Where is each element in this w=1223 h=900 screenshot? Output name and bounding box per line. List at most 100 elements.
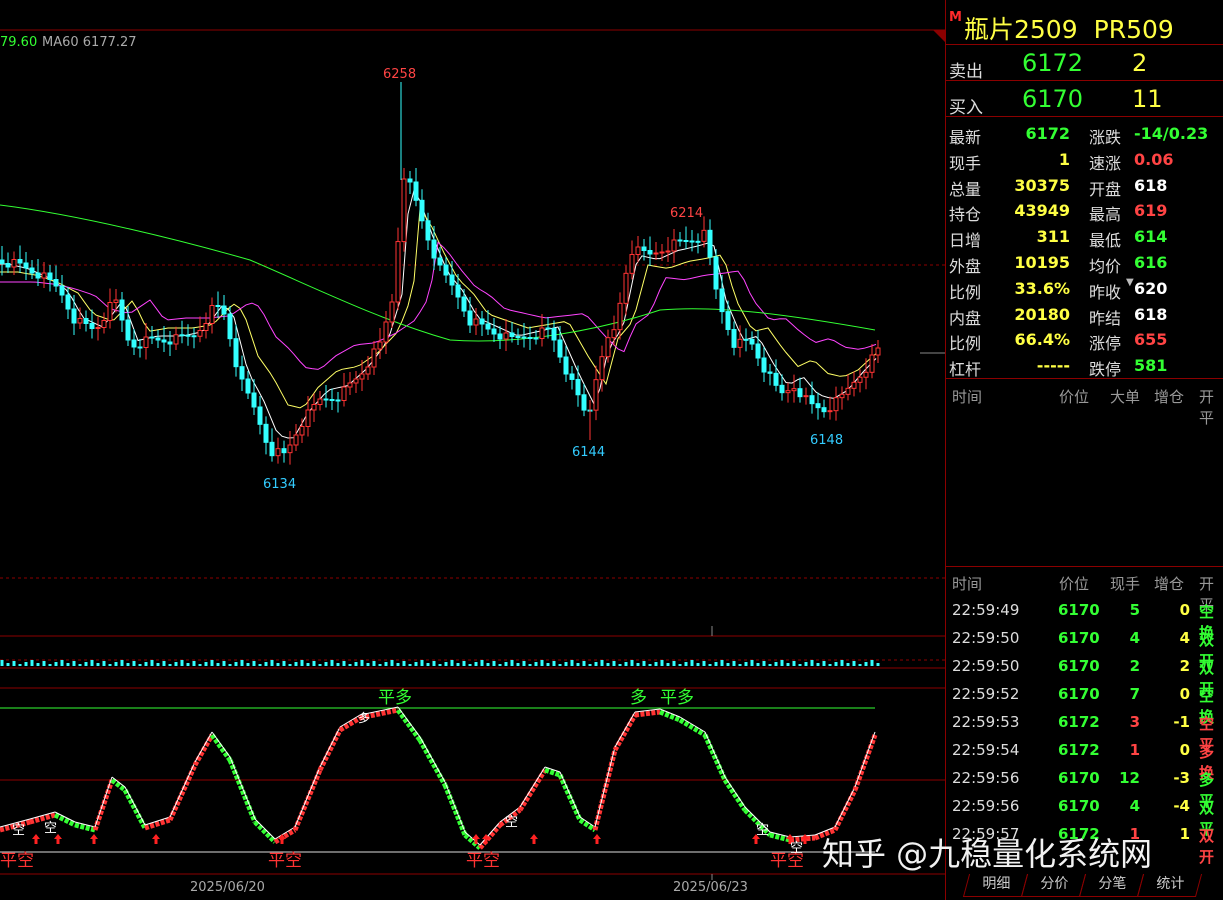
- tick-price: 6170: [1058, 601, 1100, 619]
- candle-body: [839, 393, 845, 399]
- candle-body: [695, 240, 701, 243]
- volume-bar: [414, 662, 418, 666]
- tick-chg: 0: [1179, 741, 1190, 759]
- volume-bar: [720, 660, 724, 666]
- tick-price: 6170: [1058, 685, 1100, 703]
- candle-body: [407, 178, 413, 183]
- candle-body: [665, 250, 671, 253]
- quote-label: 均价: [1089, 256, 1122, 276]
- candle-body: [833, 397, 839, 412]
- volume-bar: [222, 661, 226, 666]
- volume-bar: [690, 660, 694, 666]
- volume-bar: [24, 662, 28, 666]
- quote-label: 开盘: [1089, 179, 1122, 199]
- volume-bar: [108, 664, 112, 666]
- quote-table: 最新 6172 涨跌 -14/0.23 现手 1 速涨 0.06 总量 30375 开盘 618 持仓 4…: [946, 117, 1223, 379]
- tick-row[interactable]: 22:59:53 6172 3 -1 空平: [946, 708, 1223, 754]
- candle-body: [0, 259, 5, 264]
- big-col-price: 价位: [1059, 388, 1090, 406]
- volume-bar: [60, 660, 64, 666]
- candle-body: [731, 328, 737, 348]
- volume-bar: [636, 663, 640, 666]
- instrument-title[interactable]: 瓶片2509 PR509: [964, 10, 1190, 46]
- volume-bar: [780, 660, 784, 666]
- candle-body: [275, 448, 281, 457]
- tab-detail[interactable]: 明细: [962, 874, 1029, 897]
- kline-chart[interactable]: 79.60 MA60 6177.27 6258 6214 6134 6144 6…: [0, 0, 945, 900]
- volume-bar: [588, 664, 592, 666]
- volume-bar: [480, 660, 484, 666]
- candle-body: [137, 346, 143, 349]
- tick-price: 6172: [1058, 713, 1100, 731]
- tick-row[interactable]: 22:59:50 6170 4 4 双开: [946, 624, 1223, 670]
- tick-chg: 2: [1179, 657, 1190, 675]
- candle-body: [113, 299, 119, 303]
- candle-body: [815, 403, 821, 409]
- tick-row[interactable]: 22:59:52 6170 7 0 空换: [946, 680, 1223, 726]
- volume-bar: [618, 664, 622, 666]
- volume-bar: [702, 661, 706, 666]
- volume-bar: [378, 664, 382, 666]
- candle-body: [35, 272, 41, 279]
- candle-body: [23, 262, 29, 269]
- volume-bar: [732, 661, 736, 666]
- volume-bar: [810, 660, 814, 666]
- volume-bar: [438, 664, 442, 666]
- candle-body: [809, 395, 815, 405]
- tick-chg: -1: [1173, 713, 1190, 731]
- candle-body: [827, 410, 833, 413]
- volume-bar: [84, 662, 88, 666]
- volume-bar: [840, 660, 844, 666]
- volume-bar: [768, 664, 772, 666]
- candle-body: [701, 229, 707, 242]
- signal-ping-kong-2: 平空: [268, 851, 302, 871]
- volume-bar: [708, 664, 712, 666]
- candle-body: [725, 311, 731, 330]
- quote-label: 内盘: [949, 308, 982, 328]
- volume-bar: [156, 663, 160, 666]
- candle-body: [647, 250, 653, 255]
- tick-vol: 2: [1129, 657, 1140, 675]
- quote-label: 最低: [1089, 231, 1122, 251]
- tick-row[interactable]: 22:59:56 6170 4 -4 双平: [946, 792, 1223, 838]
- tick-col-time: 时间: [952, 575, 983, 593]
- candle-body: [221, 305, 227, 315]
- candle-body: [857, 376, 863, 383]
- tab-trades[interactable]: 分笔: [1078, 874, 1145, 897]
- quote-value: 0.06: [1134, 149, 1174, 169]
- ask-row[interactable]: 卖出 6172 2: [946, 45, 1223, 82]
- volume-bar: [816, 663, 820, 666]
- volume-bar: [294, 662, 298, 666]
- quote-row: 比例 33.6% 昨收 620: [946, 276, 1223, 302]
- volume-bar: [522, 661, 526, 666]
- candle-body: [323, 398, 329, 401]
- candle-body: [671, 239, 677, 252]
- candle-body: [557, 339, 563, 358]
- tick-row[interactable]: 22:59:56 6170 12 -3 多平: [946, 764, 1223, 810]
- volume-bar: [30, 660, 34, 666]
- tick-row[interactable]: 22:59:49 6170 5 0 空换: [946, 596, 1223, 642]
- bid-row[interactable]: 买入 6170 11: [946, 81, 1223, 118]
- quote-row: 外盘 10195 均价 616: [946, 250, 1223, 276]
- tick-row[interactable]: 22:59:54 6172 1 0 多换: [946, 736, 1223, 782]
- signal-duo-1: 多: [358, 711, 370, 725]
- volume-bar: [216, 663, 220, 666]
- tick-row[interactable]: 22:59:50 6170 2 2 双开: [946, 652, 1223, 698]
- volume-bar: [450, 660, 454, 666]
- quote-value: -----: [1036, 356, 1070, 376]
- candle-body: [47, 272, 53, 280]
- volume-bar: [786, 663, 790, 666]
- candle-body: [257, 406, 263, 425]
- volume-bar: [822, 661, 826, 666]
- volume-bar: [474, 662, 478, 666]
- candle-body: [545, 327, 551, 330]
- chevron-down-icon[interactable]: ▼: [1126, 277, 1134, 288]
- candle-body: [497, 333, 503, 340]
- tab-stats[interactable]: 统计: [1136, 874, 1203, 897]
- tab-price-dist[interactable]: 分价: [1020, 874, 1087, 897]
- watermark: 知乎 @九稳量化系统网: [822, 835, 1153, 873]
- volume-bar: [846, 663, 850, 666]
- candle-body: [173, 334, 179, 345]
- tick-time: 22:59:49: [952, 601, 1020, 619]
- candle-body: [305, 409, 311, 427]
